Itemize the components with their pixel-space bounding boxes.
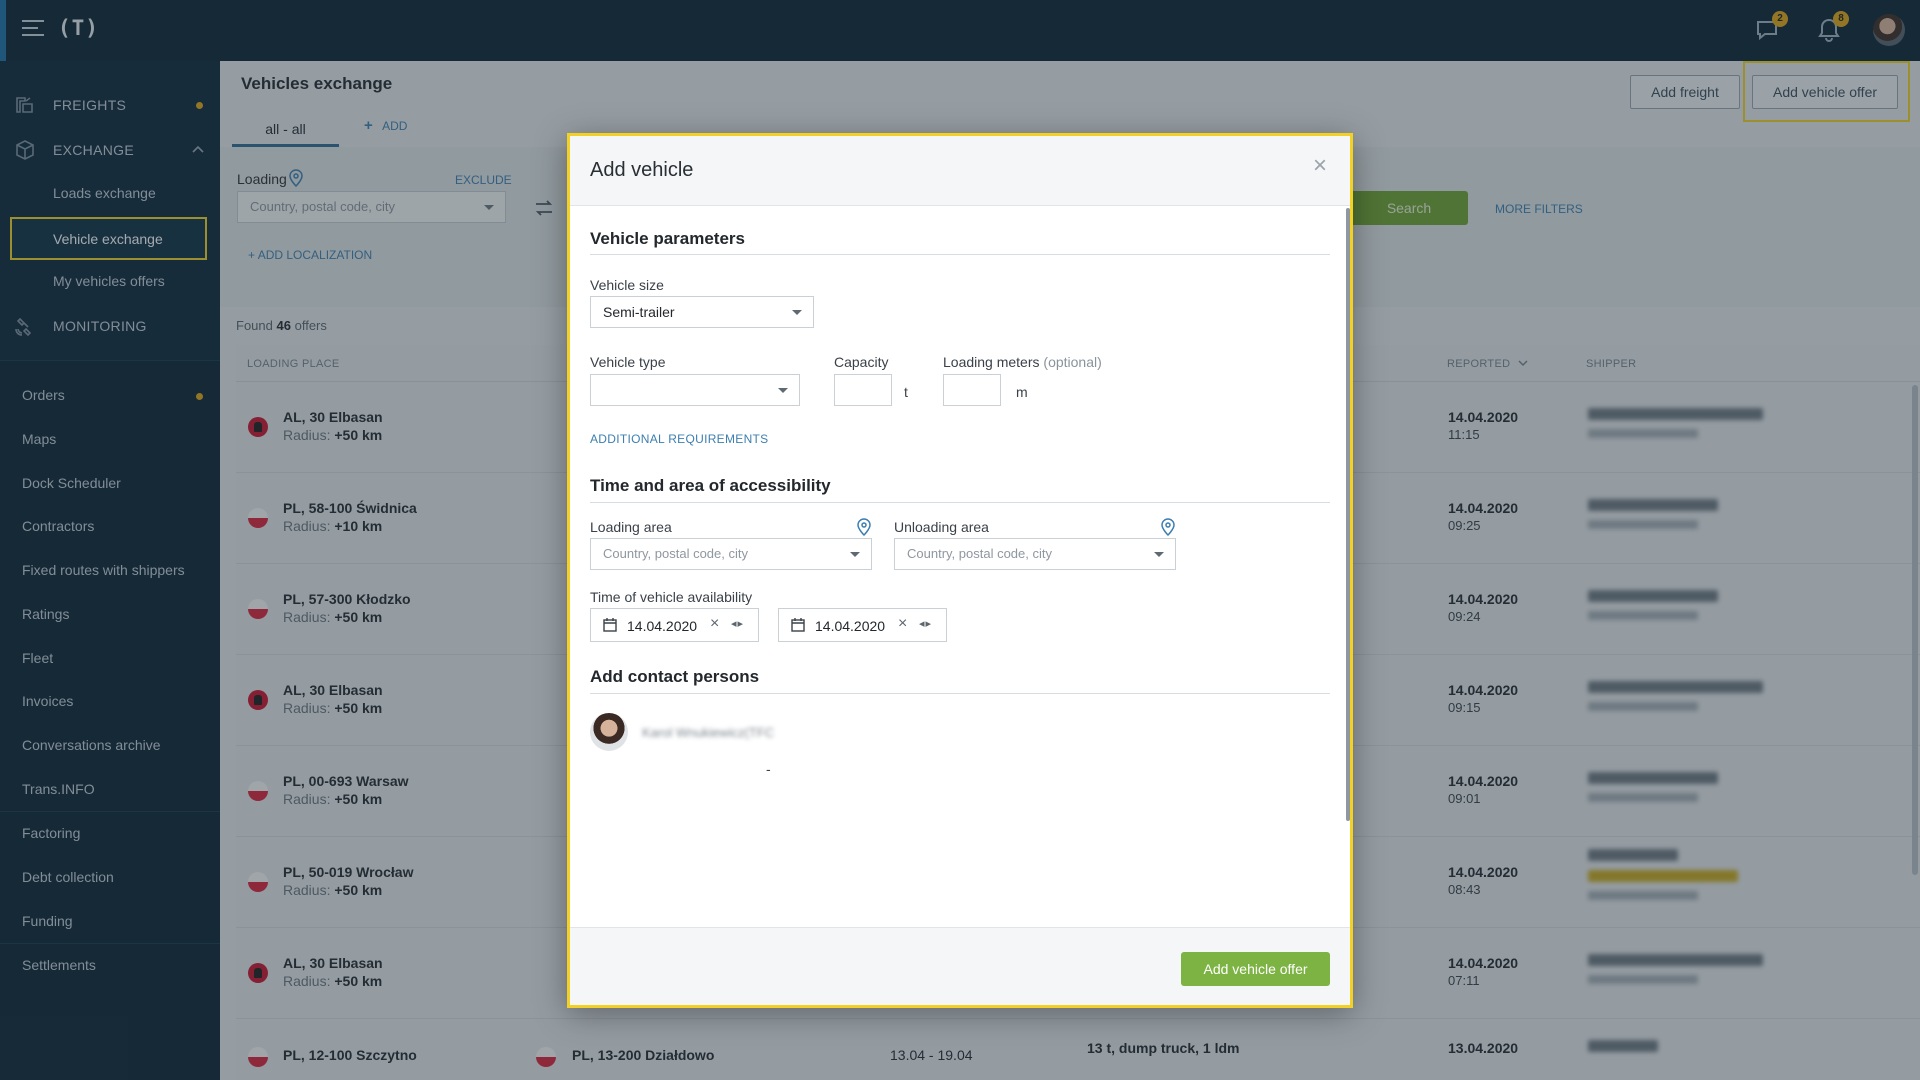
vehicle-type-select[interactable] <box>590 374 800 406</box>
close-icon[interactable]: × <box>1308 154 1332 178</box>
date-step-arrows-icon[interactable]: ◂▸ <box>731 617 744 630</box>
dialog-footer: Add vehicle offer <box>570 927 1350 1005</box>
date-from-value: 14.04.2020 <box>627 618 698 634</box>
vehicle-size-select[interactable]: Semi-trailer <box>590 296 814 328</box>
chevron-down-icon <box>778 388 788 393</box>
clear-icon[interactable]: × <box>898 615 907 633</box>
loading-meters-input[interactable] <box>943 374 1001 406</box>
date-to-value: 14.04.2020 <box>815 618 886 634</box>
date-to-picker[interactable]: 14.04.2020 × ◂▸ <box>778 608 947 642</box>
chevron-down-icon <box>1154 552 1164 557</box>
section-vehicle-parameters: Vehicle parameters <box>590 229 745 248</box>
date-range-separator: - <box>766 761 771 777</box>
capacity-unit: t <box>904 384 908 400</box>
date-from-picker[interactable]: 14.04.2020 × ◂▸ <box>590 608 759 642</box>
chevron-down-icon <box>850 552 860 557</box>
availability-label: Time of vehicle availability <box>590 589 753 605</box>
loading-area-select[interactable]: Country, postal code, city <box>590 538 872 570</box>
loading-meters-label-text: Loading meters <box>943 354 1040 370</box>
calendar-icon <box>791 618 805 632</box>
unloading-area-placeholder: Country, postal code, city <box>907 546 1052 561</box>
section-divider <box>590 502 1330 503</box>
chevron-down-icon <box>792 310 802 315</box>
capacity-label: Capacity <box>834 354 889 370</box>
location-pin-icon[interactable] <box>1161 518 1175 536</box>
dialog-scrollbar[interactable] <box>1346 208 1350 821</box>
section-divider <box>590 693 1330 694</box>
dialog-title: Add vehicle <box>590 159 694 181</box>
vehicle-size-label: Vehicle size <box>590 277 664 293</box>
section-contact-persons: Add contact persons <box>590 667 760 686</box>
additional-requirements-link[interactable]: ADDITIONAL REQUIREMENTS <box>590 432 768 446</box>
clear-icon[interactable]: × <box>710 615 719 633</box>
section-divider <box>590 254 1330 255</box>
location-pin-icon[interactable] <box>857 518 871 536</box>
calendar-icon <box>603 618 617 632</box>
contact-avatar[interactable] <box>590 713 628 751</box>
add-vehicle-offer-submit-button[interactable]: Add vehicle offer <box>1181 952 1330 986</box>
unloading-area-label: Unloading area <box>894 519 989 535</box>
capacity-input[interactable] <box>834 374 892 406</box>
loading-meters-label: Loading meters (optional) <box>943 354 1102 370</box>
section-time-area: Time and area of accessibility <box>590 476 831 495</box>
contact-name[interactable]: Karol Wnukiewicz(TFC <box>642 725 774 740</box>
loading-area-label: Loading area <box>590 519 672 535</box>
loading-meters-unit: m <box>1016 384 1028 400</box>
loading-area-placeholder: Country, postal code, city <box>603 546 748 561</box>
date-step-arrows-icon[interactable]: ◂▸ <box>919 617 932 630</box>
vehicle-type-label: Vehicle type <box>590 354 666 370</box>
unloading-area-select[interactable]: Country, postal code, city <box>894 538 1176 570</box>
vehicle-size-value: Semi-trailer <box>603 304 675 320</box>
add-vehicle-dialog: Add vehicle × Vehicle parameters Vehicle… <box>567 133 1353 1008</box>
optional-hint: (optional) <box>1043 354 1102 370</box>
dialog-header: Add vehicle × <box>570 136 1350 206</box>
